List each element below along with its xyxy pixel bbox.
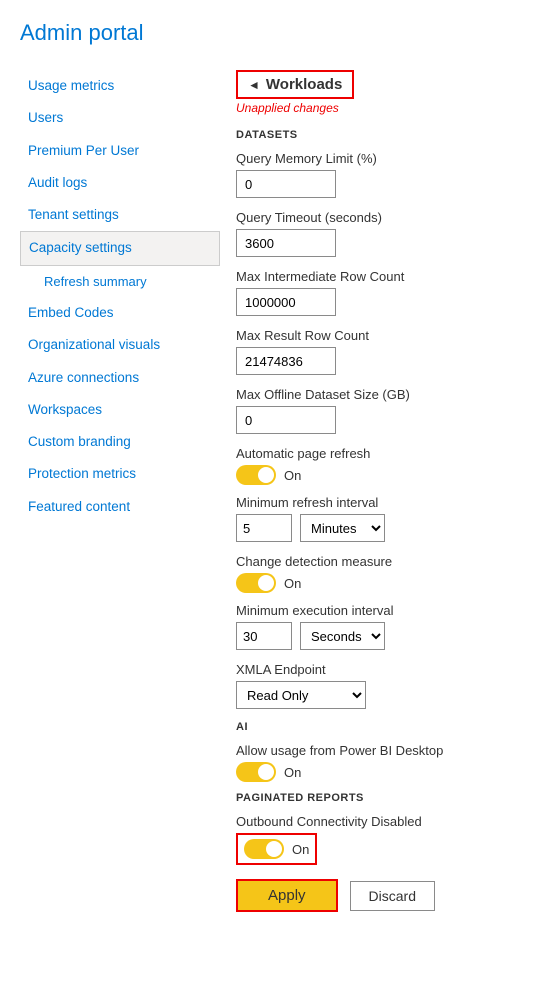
max-result-row-count-group: Max Result Row Count [236,328,541,375]
min-execution-interval-unit-select[interactable]: Seconds Minutes Hours [300,622,385,650]
change-detection-state: On [284,576,301,591]
ai-toggle-row: On [236,762,541,782]
datasets-section-label: DATASETS [236,129,541,141]
sidebar: Usage metrics Users Premium Per User Aud… [20,70,220,932]
min-execution-interval-label: Minimum execution interval [236,603,541,618]
max-offline-dataset-size-group: Max Offline Dataset Size (GB) [236,387,541,434]
paginated-reports-toggle-row: On [236,833,317,865]
max-intermediate-row-count-group: Max Intermediate Row Count [236,269,541,316]
min-refresh-interval-input[interactable] [236,514,292,542]
ai-section: AI Allow usage from Power BI Desktop On [236,721,541,782]
query-memory-limit-input[interactable] [236,170,336,198]
sidebar-item-organizational-visuals[interactable]: Organizational visuals [20,329,220,361]
app-title: Admin portal [20,20,557,46]
ai-description-label: Allow usage from Power BI Desktop [236,743,541,758]
workloads-header[interactable]: ◄ Workloads [236,70,354,99]
query-timeout-group: Query Timeout (seconds) [236,210,541,257]
xmla-endpoint-label: XMLA Endpoint [236,662,541,677]
auto-page-refresh-label: Automatic page refresh [236,446,541,461]
sidebar-item-refresh-summary[interactable]: Refresh summary [20,266,220,298]
change-detection-label: Change detection measure [236,554,541,569]
sidebar-item-audit-logs[interactable]: Audit logs [20,167,220,199]
max-intermediate-row-count-label: Max Intermediate Row Count [236,269,541,284]
max-result-row-count-input[interactable] [236,347,336,375]
min-execution-interval-row: Seconds Minutes Hours [236,622,541,650]
paginated-reports-state: On [292,842,309,857]
sidebar-item-users[interactable]: Users [20,102,220,134]
min-refresh-interval-row: Seconds Minutes Hours [236,514,541,542]
sidebar-item-tenant-settings[interactable]: Tenant settings [20,199,220,231]
sidebar-item-premium-per-user[interactable]: Premium Per User [20,135,220,167]
auto-page-refresh-row: On [236,465,541,485]
paginated-reports-description: Outbound Connectivity Disabled [236,814,541,829]
change-detection-row: On [236,573,541,593]
sidebar-item-protection-metrics[interactable]: Protection metrics [20,458,220,490]
discard-button[interactable]: Discard [350,881,435,911]
content-area: ◄ Workloads Unapplied changes DATASETS Q… [220,70,557,932]
sidebar-item-featured-content[interactable]: Featured content [20,491,220,523]
change-detection-toggle[interactable] [236,573,276,593]
sidebar-item-usage-metrics[interactable]: Usage metrics [20,70,220,102]
auto-page-refresh-state: On [284,468,301,483]
query-timeout-label: Query Timeout (seconds) [236,210,541,225]
paginated-reports-toggle[interactable] [244,839,284,859]
sidebar-item-capacity-settings[interactable]: Capacity settings [20,231,220,265]
auto-page-refresh-toggle[interactable] [236,465,276,485]
workloads-collapse-arrow: ◄ [248,78,260,92]
unapplied-changes-label: Unapplied changes [236,101,541,115]
query-memory-limit-label: Query Memory Limit (%) [236,151,541,166]
ai-state: On [284,765,301,780]
min-refresh-interval-unit-select[interactable]: Seconds Minutes Hours [300,514,385,542]
query-memory-limit-group: Query Memory Limit (%) [236,151,541,198]
ai-toggle[interactable] [236,762,276,782]
sidebar-item-azure-connections[interactable]: Azure connections [20,362,220,394]
max-offline-dataset-size-label: Max Offline Dataset Size (GB) [236,387,541,402]
sidebar-item-workspaces[interactable]: Workspaces [20,394,220,426]
xmla-endpoint-select[interactable]: Off Read Only Read Write [236,681,366,709]
ai-section-label: AI [236,721,541,733]
apply-button[interactable]: Apply [236,879,338,912]
min-refresh-interval-label: Minimum refresh interval [236,495,541,510]
sidebar-item-embed-codes[interactable]: Embed Codes [20,297,220,329]
min-execution-interval-input[interactable] [236,622,292,650]
workloads-title: Workloads [266,76,342,93]
bottom-actions: Apply Discard [236,879,541,912]
max-result-row-count-label: Max Result Row Count [236,328,541,343]
max-intermediate-row-count-input[interactable] [236,288,336,316]
max-offline-dataset-size-input[interactable] [236,406,336,434]
sidebar-item-custom-branding[interactable]: Custom branding [20,426,220,458]
query-timeout-input[interactable] [236,229,336,257]
xmla-endpoint-group: Off Read Only Read Write [236,681,541,709]
paginated-reports-section-label: PAGINATED REPORTS [236,792,541,804]
